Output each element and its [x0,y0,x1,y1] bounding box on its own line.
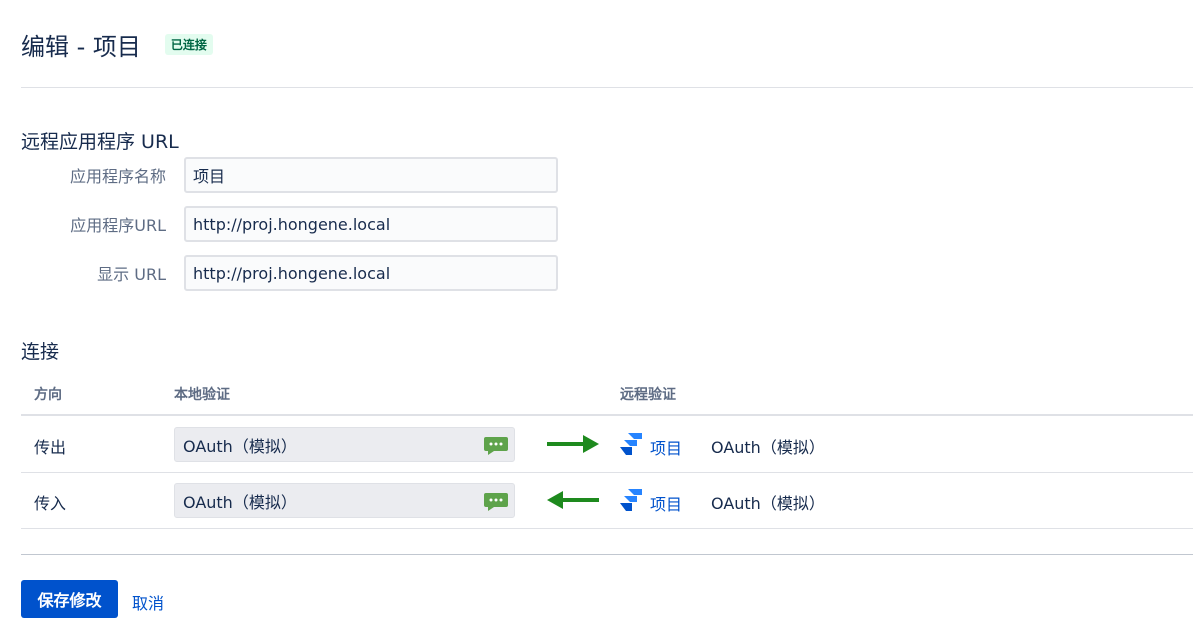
speech-bubble-icon[interactable] [484,437,508,455]
app-name-row: 应用程序名称 [21,156,581,194]
status-badge: 已连接 [164,33,213,55]
column-header-remote-auth: 远程验证 [620,387,676,403]
arrow-right-icon [547,435,599,453]
remote-app-link[interactable]: 项目 [650,491,682,515]
display-url-row: 显示 URL [21,254,581,292]
column-header-local-auth: 本地验证 [174,387,230,403]
save-button[interactable]: 保存修改 [21,580,118,618]
page-header: 编辑 - 项目 已连接 [21,26,213,62]
footer-divider [21,554,1193,555]
app-name-label: 应用程序名称 [69,167,166,186]
table-row: 传入 OAuth（模拟） 项目 OAuth（模拟） [21,472,1193,529]
direction-cell: 传入 [34,494,67,513]
app-url-row: 应用程序URL [21,205,581,243]
page-title: 编辑 - 项目 [21,32,141,61]
jira-logo-icon [620,433,642,455]
table-row: 传出 OAuth（模拟） 项目 OAuth（模拟） [21,416,1193,473]
speech-bubble-icon[interactable] [484,493,508,511]
header-divider [21,87,1193,88]
app-url-label: 应用程序URL [70,216,166,235]
column-header-direction: 方向 [34,387,62,403]
local-auth-value: OAuth（模拟） [183,436,297,456]
display-url-label: 显示 URL [97,265,166,284]
direction-cell: 传出 [34,438,67,457]
remote-app-link[interactable]: 项目 [650,435,682,459]
app-url-input[interactable] [184,206,558,242]
remote-auth-value: OAuth（模拟） [711,494,825,513]
remote-app-section-title: 远程应用程序 URL [21,131,179,153]
remote-auth-value: OAuth（模拟） [711,438,825,457]
arrow-left-icon [547,491,599,509]
local-auth-value: OAuth（模拟） [183,492,297,512]
local-auth-field[interactable]: OAuth（模拟） [174,483,515,518]
local-auth-field[interactable]: OAuth（模拟） [174,427,515,462]
cancel-link[interactable]: 取消 [132,590,164,614]
connection-section-title: 连接 [21,341,60,363]
jira-logo-icon [620,489,642,511]
app-name-input[interactable] [184,157,558,193]
display-url-input[interactable] [184,255,558,291]
connection-table-header: 方向 本地验证 远程验证 [21,374,1193,416]
